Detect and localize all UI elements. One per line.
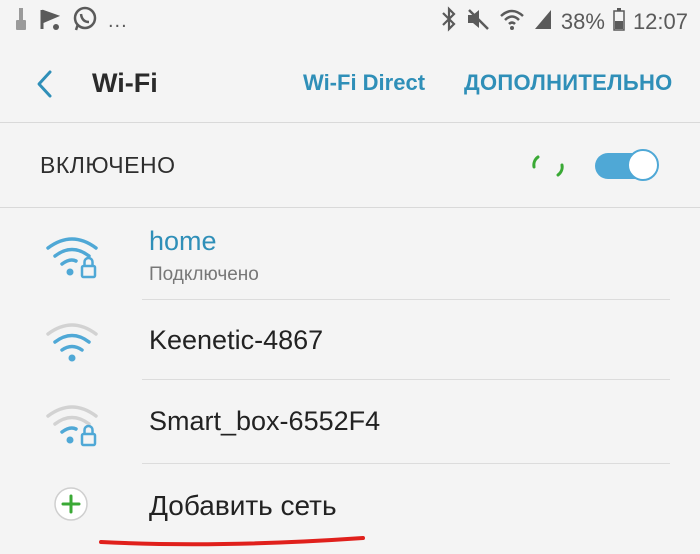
more-button[interactable]: ДОПОЛНИТЕЛЬНО [464,70,673,96]
chevron-left-icon [37,70,52,98]
scanning-spinner-icon [532,155,564,177]
network-item-smart-box[interactable]: Smart_box-6552F4 [0,380,700,464]
wifi-status-icon [499,6,525,37]
network-status: Подключено [149,264,259,285]
overflow-dots: ... [108,10,128,32]
wifi-master-switch-bar[interactable]: ВКЛЮЧЕНО [0,123,700,208]
wifi-locked-icon [46,237,98,279]
wifi-switch-label: ВКЛЮЧЕНО [40,152,176,178]
toggle-knob [627,149,659,181]
battery-percent: 38% [560,8,605,34]
whatsapp-icon [72,6,98,37]
status-bar-notifications: ... [14,6,128,37]
network-list: home Подключено Keenetic-4867 Smart_box-… [0,208,700,554]
back-button[interactable] [30,66,60,102]
red-underline-annotation [99,536,365,547]
wifi-locked-icon [46,405,98,447]
signal-icon [533,7,553,36]
network-name: home [149,226,217,256]
toolbar: Wi-Fi Wi-Fi Direct ДОПОЛНИТЕЛЬНО [0,44,700,123]
wifi-icon [46,323,98,362]
plus-icon [54,487,88,521]
add-network-item[interactable]: Добавить сеть [0,464,700,554]
battery-icon [613,7,625,36]
page-title: Wi-Fi [92,68,158,98]
network-name: Smart_box-6552F4 [149,406,381,436]
flag-icon [38,7,62,36]
network-name: Keenetic-4867 [149,325,324,355]
add-network-label: Добавить сеть [149,490,337,521]
wifi-toggle-switch[interactable] [595,148,659,182]
mute-icon [465,6,491,37]
status-bar: ... 38% 12:07 [0,0,700,44]
wifi-direct-button[interactable]: Wi-Fi Direct [303,70,425,96]
clock: 12:07 [632,8,688,34]
network-item-home[interactable]: home Подключено [0,208,700,300]
network-item-keenetic[interactable]: Keenetic-4867 [0,300,700,380]
usb-icon [14,6,28,37]
bluetooth-icon [441,6,457,37]
status-bar-system: 38% 12:07 [441,6,688,37]
